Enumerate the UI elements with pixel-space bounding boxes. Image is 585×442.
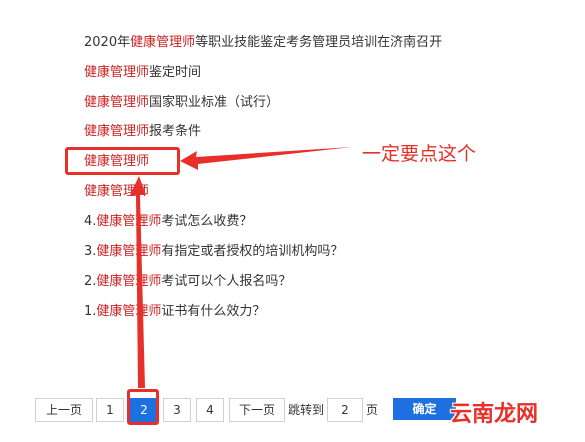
page-button-1[interactable]: 1 bbox=[96, 398, 124, 422]
annotation-arrow-left bbox=[180, 147, 352, 170]
annotation-highlight-box bbox=[65, 147, 180, 175]
page-suffix-label: 页 bbox=[366, 403, 379, 417]
result-prefix: 2020年 bbox=[84, 35, 131, 50]
result-keyword: 健康管理师 bbox=[96, 304, 162, 319]
prev-page-button[interactable]: 上一页 bbox=[35, 398, 93, 422]
result-prefix: 3. bbox=[84, 244, 97, 259]
result-keyword: 健康管理师 bbox=[84, 95, 150, 110]
page-button-3[interactable]: 3 bbox=[163, 398, 191, 422]
annotation-page-box bbox=[127, 389, 159, 425]
result-keyword: 健康管理师 bbox=[96, 244, 162, 259]
jump-label: 跳转到 bbox=[288, 403, 325, 417]
result-link-3[interactable]: 健康管理师国家职业标准（试行） bbox=[84, 94, 279, 112]
result-suffix: 考试可以个人报名吗？ bbox=[161, 274, 292, 289]
result-keyword: 健康管理师 bbox=[96, 214, 162, 229]
result-keyword: 健康管理师 bbox=[84, 184, 150, 199]
jump-page-input[interactable] bbox=[327, 398, 363, 422]
result-suffix: 有指定或者授权的培训机构吗？ bbox=[161, 244, 344, 259]
result-suffix: 等职业技能鉴定考务管理员培训在济南召开 bbox=[195, 35, 443, 50]
result-keyword: 健康管理师 bbox=[96, 274, 162, 289]
result-suffix: 鉴定时间 bbox=[149, 65, 202, 80]
result-suffix: 证书有什么效力？ bbox=[161, 304, 266, 319]
result-link-4[interactable]: 健康管理师报考条件 bbox=[84, 123, 201, 141]
result-link-1[interactable]: 2020年健康管理师等职业技能鉴定考务管理员培训在济南召开 bbox=[84, 34, 442, 52]
result-keyword: 健康管理师 bbox=[84, 65, 150, 80]
result-prefix: 1. bbox=[84, 304, 97, 319]
result-prefix: 4. bbox=[84, 214, 97, 229]
result-suffix: 国家职业标准（试行） bbox=[149, 95, 280, 110]
result-suffix: 考试怎么收费？ bbox=[161, 214, 253, 229]
result-link-2[interactable]: 健康管理师鉴定时间 bbox=[84, 64, 201, 82]
result-link-9[interactable]: 2.健康管理师考试可以个人报名吗？ bbox=[84, 273, 291, 291]
result-link-7[interactable]: 4.健康管理师考试怎么收费？ bbox=[84, 213, 252, 231]
result-keyword: 健康管理师 bbox=[84, 124, 150, 139]
confirm-jump-button[interactable]: 确定 bbox=[393, 398, 456, 420]
result-suffix: 报考条件 bbox=[149, 124, 202, 139]
watermark-logo: 云南龙网 bbox=[450, 402, 539, 427]
annotation-text: 一定要点这个 bbox=[362, 143, 477, 165]
result-link-10[interactable]: 1.健康管理师证书有什么效力？ bbox=[84, 303, 265, 321]
result-link-6[interactable]: 健康管理师 bbox=[84, 183, 149, 201]
result-keyword: 健康管理师 bbox=[130, 35, 196, 50]
next-page-button[interactable]: 下一页 bbox=[229, 398, 285, 422]
result-prefix: 2. bbox=[84, 274, 97, 289]
page-button-4[interactable]: 4 bbox=[196, 398, 224, 422]
result-link-8[interactable]: 3.健康管理师有指定或者授权的培训机构吗？ bbox=[84, 243, 343, 261]
